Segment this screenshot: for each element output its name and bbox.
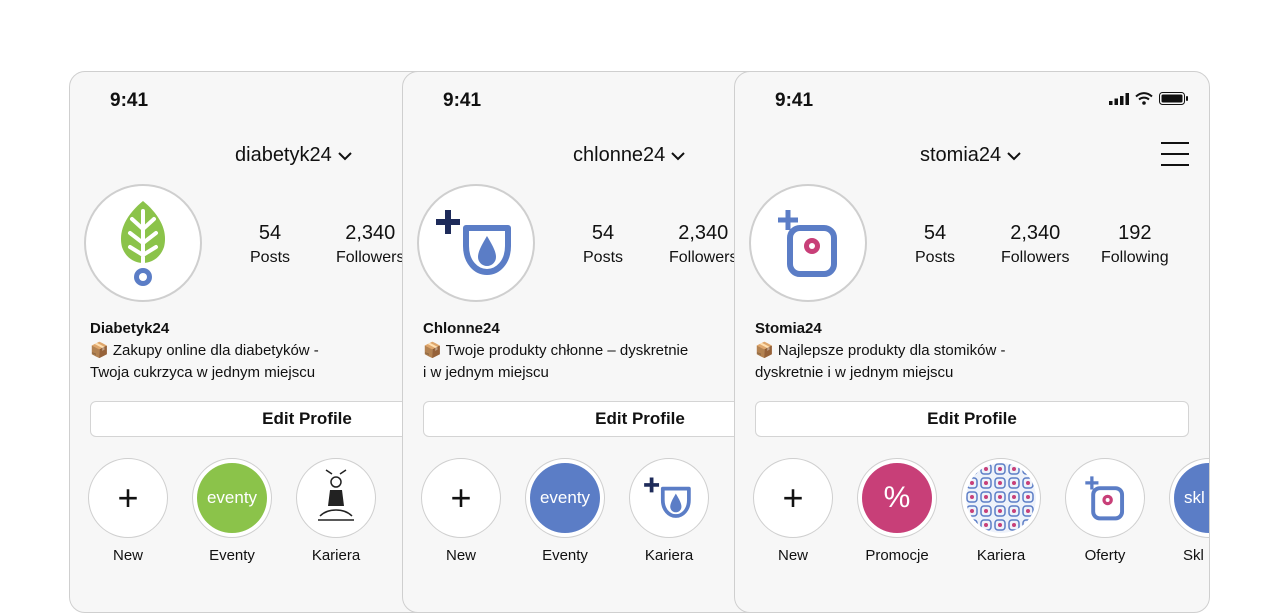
stat-posts[interactable]: 54 Posts bbox=[583, 222, 623, 267]
chlonne-logo-icon bbox=[644, 477, 691, 518]
profile-name: Stomia24 bbox=[755, 320, 822, 337]
username-switcher[interactable]: stomia24 bbox=[920, 144, 1021, 167]
eventy-cover: eventy bbox=[197, 463, 267, 533]
stomia-logo-icon bbox=[1085, 476, 1125, 521]
chevron-down-icon bbox=[671, 151, 686, 160]
stat-followers[interactable]: 2,340 Followers bbox=[669, 222, 737, 267]
chevron-down-icon bbox=[338, 151, 352, 160]
highlight-eventy[interactable]: eventy Eventy bbox=[190, 458, 274, 564]
profile-name: Chlonne24 bbox=[423, 320, 500, 337]
highlight-sklep[interactable]: skl Skl bbox=[1167, 458, 1209, 564]
eventy-cover: eventy bbox=[530, 463, 600, 533]
profile-name: Diabetyk24 bbox=[90, 320, 170, 337]
stat-following[interactable]: 192 Following bbox=[1101, 222, 1169, 267]
username-switcher[interactable]: chlonne24 bbox=[573, 144, 686, 167]
highlight-eventy[interactable]: eventy Eventy bbox=[523, 458, 607, 564]
username: stomia24 bbox=[920, 144, 1002, 166]
highlight-kariera[interactable]: Kariera bbox=[627, 458, 711, 564]
menu-icon[interactable] bbox=[1161, 142, 1189, 166]
percent-cover: % bbox=[862, 463, 932, 533]
status-icons bbox=[1109, 92, 1189, 105]
highlight-new[interactable]: + New bbox=[86, 458, 170, 564]
username: chlonne24 bbox=[573, 144, 666, 166]
phone-stomia24: 9:41 stomia24 54 Posts 2,340 Followers 1… bbox=[734, 71, 1210, 613]
profile-bio: 📦 Zakupy online dla diabetyków - Twoja c… bbox=[90, 342, 319, 381]
highlight-kariera[interactable]: Kariera bbox=[294, 458, 378, 564]
chevron-down-icon bbox=[1007, 151, 1021, 160]
plus-icon: + bbox=[782, 477, 804, 518]
wifi-icon bbox=[1135, 92, 1153, 105]
highlight-new[interactable]: + New bbox=[751, 458, 835, 564]
edit-profile-button[interactable]: Edit Profile bbox=[755, 401, 1189, 437]
avatar[interactable] bbox=[417, 184, 535, 302]
profile-bio: 📦 Najlepsze produkty dla stomików - dysk… bbox=[755, 342, 1006, 381]
leaf-logo-icon bbox=[120, 201, 166, 286]
status-time: 9:41 bbox=[110, 90, 149, 111]
highlight-kariera[interactable]: Kariera bbox=[959, 458, 1043, 564]
pattern-icon bbox=[966, 463, 1036, 533]
signal-icon bbox=[1109, 92, 1129, 105]
avatar[interactable] bbox=[749, 184, 867, 302]
status-time: 9:41 bbox=[443, 90, 482, 111]
stat-followers[interactable]: 2,340 Followers bbox=[336, 222, 404, 267]
stat-followers[interactable]: 2,340 Followers bbox=[1001, 222, 1069, 267]
stat-posts[interactable]: 54 Posts bbox=[250, 222, 290, 267]
avatar[interactable] bbox=[84, 184, 202, 302]
chlonne-logo-icon bbox=[436, 210, 511, 275]
status-time: 9:41 bbox=[775, 90, 814, 111]
highlight-oferty[interactable]: Oferty bbox=[1063, 458, 1147, 564]
highlight-new[interactable]: + New bbox=[419, 458, 503, 564]
plus-icon: + bbox=[117, 477, 139, 518]
edit-profile-button[interactable]: Edit Profile bbox=[423, 401, 783, 437]
edit-profile-button[interactable]: Edit Profile bbox=[90, 401, 450, 437]
stat-posts[interactable]: 54 Posts bbox=[915, 222, 955, 267]
phone-chlonne24: 9:41 chlonne24 54 Posts 2,340 Followers … bbox=[402, 71, 784, 613]
plus-icon: + bbox=[450, 477, 472, 518]
username-switcher[interactable]: diabetyk24 bbox=[235, 144, 352, 167]
username: diabetyk24 bbox=[235, 144, 332, 166]
highlight-promocje[interactable]: % Promocje bbox=[855, 458, 939, 564]
battery-icon bbox=[1159, 92, 1188, 105]
yoga-figure-icon bbox=[318, 469, 354, 521]
stomia-logo-icon bbox=[778, 210, 837, 277]
skl-cover: skl bbox=[1174, 463, 1209, 533]
profile-bio: 📦 Twoje produkty chłonne – dyskretnie i … bbox=[423, 342, 689, 381]
phone-diabetyk24: 9:41 diabetyk24 54 Posts 2,340 Followers… bbox=[69, 71, 451, 613]
